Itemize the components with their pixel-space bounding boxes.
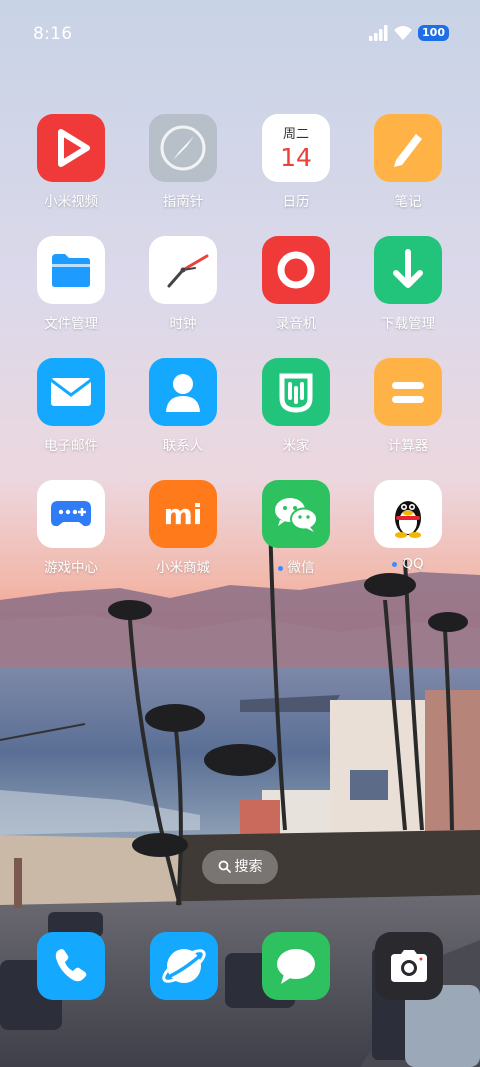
app-file-manager[interactable]: 文件管理 <box>21 236 121 346</box>
phone-icon <box>37 932 105 1000</box>
folder-icon <box>37 236 105 304</box>
app-label: 下载管理 <box>381 316 435 332</box>
app-label: QQ <box>358 556 458 572</box>
app-email[interactable]: 电子邮件 <box>21 358 121 468</box>
mi-logo-icon: mi <box>149 480 217 548</box>
calendar-icon: 周二 14 <box>262 114 330 182</box>
compass-icon <box>149 114 217 182</box>
app-label: 指南针 <box>162 194 204 210</box>
app-calculator[interactable]: 计算器 <box>358 358 458 468</box>
app-mijia[interactable]: 米家 <box>246 358 346 468</box>
pencil-icon <box>374 114 442 182</box>
mi-logo-text: mi <box>164 498 203 531</box>
dock-phone[interactable] <box>37 932 105 1000</box>
dock-browser[interactable] <box>150 932 218 1000</box>
record-icon <box>262 236 330 304</box>
status-bar: 8:16 100 <box>0 0 480 68</box>
messages-icon <box>262 932 330 1000</box>
calendar-day: 14 <box>280 143 312 172</box>
app-label: 文件管理 <box>44 316 98 332</box>
app-label: 时钟 <box>169 316 197 332</box>
app-label: 录音机 <box>275 316 317 332</box>
search-icon <box>218 860 231 873</box>
app-qq[interactable]: QQ <box>358 480 458 590</box>
download-icon <box>374 236 442 304</box>
app-contacts[interactable]: 联系人 <box>133 358 233 468</box>
camera-icon <box>375 932 443 1000</box>
notification-dot <box>277 565 283 571</box>
app-label: 笔记 <box>394 194 422 210</box>
calculator-icon <box>374 358 442 426</box>
wechat-icon <box>262 480 330 548</box>
search-label: 搜索 <box>234 859 263 875</box>
qq-penguin-icon <box>374 480 442 548</box>
app-mi-video[interactable]: 小米视频 <box>21 114 121 224</box>
app-download-manager[interactable]: 下载管理 <box>358 236 458 346</box>
app-label: 联系人 <box>162 438 204 454</box>
video-play-icon <box>37 114 105 182</box>
search-button[interactable]: 搜索 <box>202 850 278 884</box>
status-time: 8:16 <box>33 24 73 44</box>
contact-icon <box>149 358 217 426</box>
browser-icon <box>150 932 218 1000</box>
app-label: 电子邮件 <box>44 438 98 454</box>
dock-camera[interactable] <box>375 932 443 1000</box>
app-wechat[interactable]: 微信 <box>246 480 346 590</box>
wifi-icon <box>394 26 412 40</box>
app-label: 日历 <box>282 194 310 210</box>
app-label: 小米商城 <box>156 560 210 576</box>
app-clock[interactable]: 时钟 <box>133 236 233 346</box>
mijia-icon <box>262 358 330 426</box>
app-label: 小米视频 <box>44 194 98 210</box>
clock-icon <box>149 236 217 304</box>
app-label: 游戏中心 <box>44 560 98 576</box>
app-mi-mall[interactable]: mi 小米商城 <box>133 480 233 590</box>
signal-icon <box>369 25 388 41</box>
app-notes[interactable]: 笔记 <box>358 114 458 224</box>
app-calendar[interactable]: 周二 14 日历 <box>246 114 346 224</box>
app-label: 计算器 <box>387 438 429 454</box>
calendar-weekday: 周二 <box>283 127 309 142</box>
mail-icon <box>37 358 105 426</box>
dock-messages[interactable] <box>262 932 330 1000</box>
app-recorder[interactable]: 录音机 <box>246 236 346 346</box>
app-label: 米家 <box>282 438 310 454</box>
app-label: 微信 <box>246 556 346 576</box>
gamepad-icon <box>37 480 105 548</box>
battery-indicator: 100 <box>418 25 449 41</box>
app-game-center[interactable]: 游戏中心 <box>21 480 121 590</box>
notification-dot <box>392 561 398 567</box>
app-compass[interactable]: 指南针 <box>133 114 233 224</box>
